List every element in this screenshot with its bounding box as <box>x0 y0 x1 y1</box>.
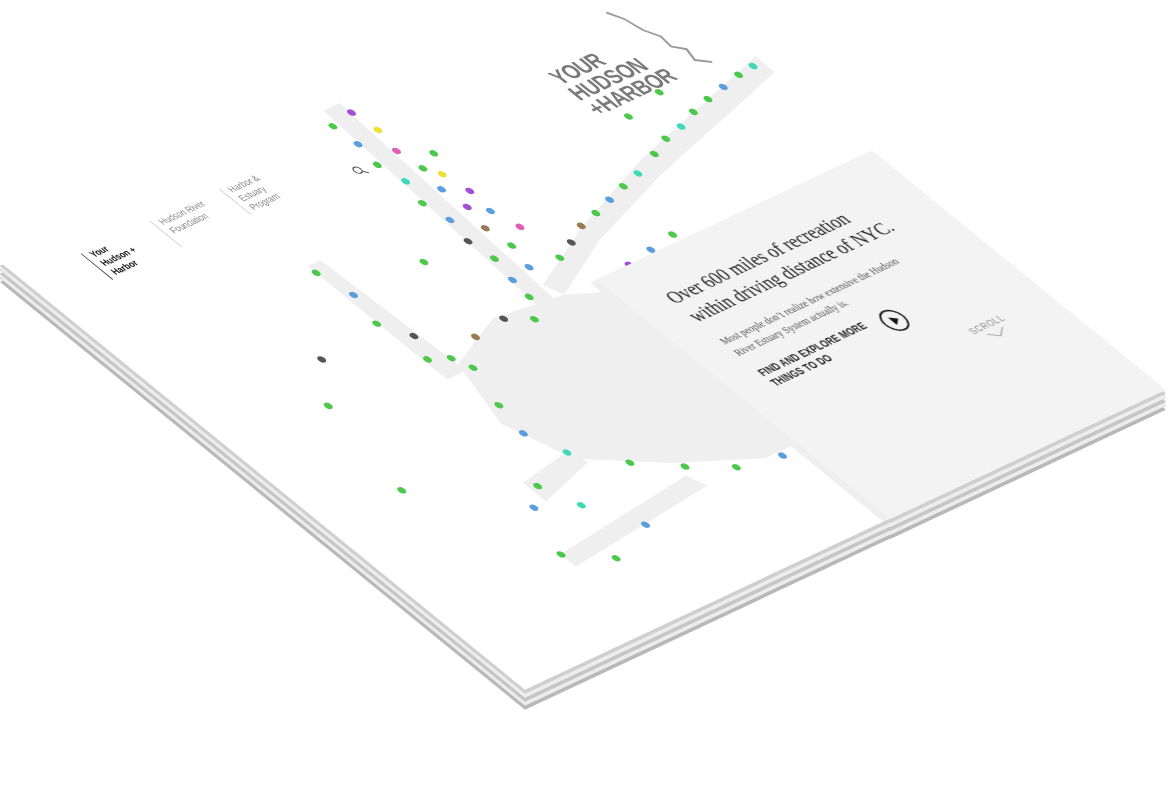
hero-panel: Over 600 miles of recreation within driv… <box>596 151 1165 519</box>
map-pin[interactable] <box>639 521 652 529</box>
map-pin[interactable] <box>622 112 635 120</box>
page-content: Your Hudson + HarborHudson River Foundat… <box>0 0 1165 690</box>
map-pin[interactable] <box>679 462 692 470</box>
nav-item[interactable]: Hudson River Foundation <box>150 199 230 248</box>
map-pin[interactable] <box>315 355 328 363</box>
nav-item[interactable]: Your Hudson + Harbor <box>81 231 161 280</box>
map-pin[interactable] <box>666 230 679 238</box>
site-logo[interactable]: YOURHUDSON+HARBOR <box>517 0 723 119</box>
map-pin[interactable] <box>417 164 430 172</box>
scroll-label[interactable]: SCROLL <box>964 312 1009 338</box>
map-pin[interactable] <box>395 486 408 494</box>
map-pin[interactable] <box>575 501 588 509</box>
map-pin[interactable] <box>776 451 789 459</box>
play-circle-icon[interactable] <box>872 305 917 335</box>
map-pin[interactable] <box>484 207 497 215</box>
map-pin[interactable] <box>528 503 541 511</box>
map-pin[interactable] <box>463 187 476 195</box>
map-pin[interactable] <box>514 223 527 231</box>
map-pin[interactable] <box>610 554 623 562</box>
site-nav: Your Hudson + HarborHudson River Foundat… <box>81 166 300 280</box>
scroll-hint[interactable]: SCROLL <box>964 312 1018 345</box>
page-stack: Your Hudson + HarborHudson River Foundat… <box>0 0 1169 791</box>
map-pin[interactable] <box>371 126 384 134</box>
mockup-scene: Your Hudson + HarborHudson River Foundat… <box>0 0 1169 791</box>
map-pin[interactable] <box>461 203 474 211</box>
map-pin[interactable] <box>523 263 536 271</box>
nav-item[interactable]: Harbor & Estuary Program <box>219 166 299 215</box>
map-pin[interactable] <box>730 463 743 471</box>
map-pin[interactable] <box>479 224 492 232</box>
map-pin[interactable] <box>436 170 449 178</box>
map-pin[interactable] <box>418 258 431 266</box>
search-icon[interactable] <box>348 163 371 178</box>
map-pin[interactable] <box>322 402 335 410</box>
website-page: Your Hudson + HarborHudson River Foundat… <box>0 0 1165 690</box>
map-pin[interactable] <box>427 149 440 157</box>
map-pin[interactable] <box>505 241 518 249</box>
